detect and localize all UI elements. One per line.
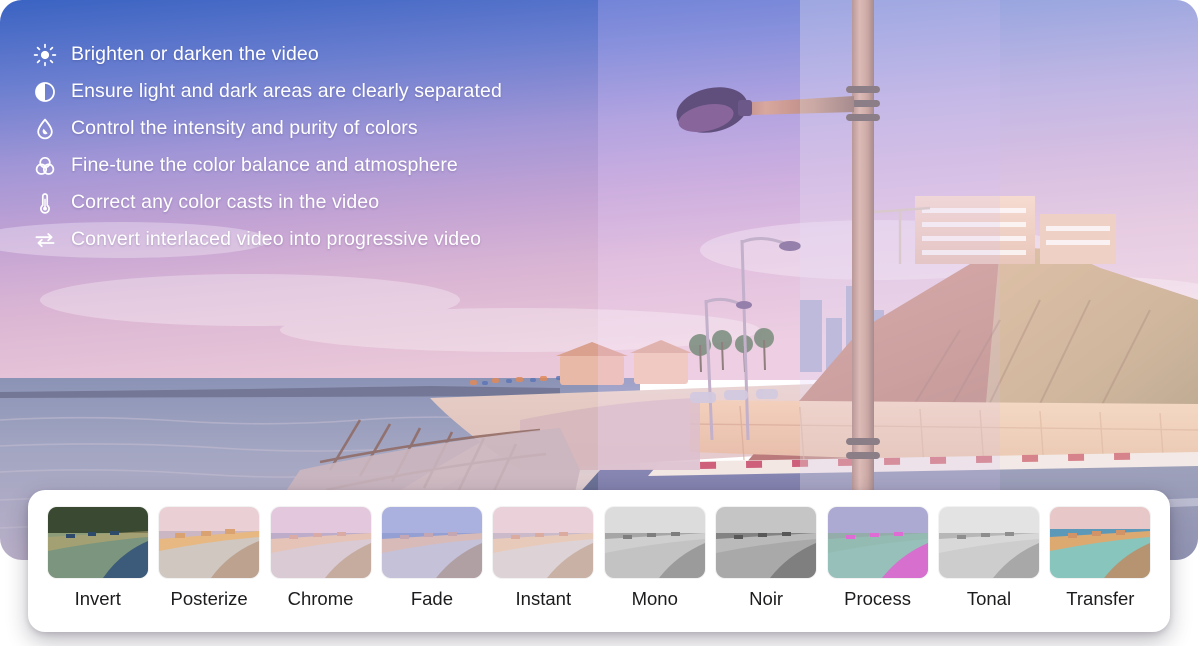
filter-label: Mono — [632, 590, 678, 609]
filter-tint — [493, 507, 593, 578]
filter-label: Invert — [75, 590, 121, 609]
filter-label: Tonal — [967, 590, 1011, 609]
filter-tint — [1050, 507, 1150, 578]
filter-item-tonal[interactable]: Tonal — [933, 507, 1044, 609]
filter-tint — [159, 507, 259, 578]
filter-thumbnail[interactable] — [939, 507, 1039, 578]
filter-tint — [271, 507, 371, 578]
feature-label: Ensure light and dark areas are clearly … — [71, 80, 502, 103]
feature-row-contrast: Ensure light and dark areas are clearly … — [32, 73, 592, 110]
sun-icon — [32, 42, 58, 68]
filter-thumbnail[interactable] — [271, 507, 371, 578]
feature-row-deinterlace: Convert interlaced video into progressiv… — [32, 221, 592, 258]
filter-tint — [48, 507, 148, 578]
filter-item-posterize[interactable]: Posterize — [153, 507, 264, 609]
filter-label: Process — [844, 590, 911, 609]
contrast-icon — [32, 79, 58, 105]
promo-composition: Brighten or darken the video Ensure ligh… — [0, 0, 1198, 646]
filter-thumbnail[interactable] — [159, 507, 259, 578]
filter-tint — [605, 507, 705, 578]
feature-row-brightness: Brighten or darken the video — [32, 36, 592, 73]
feature-label: Convert interlaced video into progressiv… — [71, 228, 481, 251]
filter-label: Chrome — [288, 590, 354, 609]
filter-label: Transfer — [1066, 590, 1134, 609]
thermometer-icon — [32, 190, 58, 216]
feature-label: Correct any color casts in the video — [71, 191, 379, 214]
filter-thumbnail[interactable] — [1050, 507, 1150, 578]
filter-label: Posterize — [171, 590, 248, 609]
droplet-icon — [32, 116, 58, 142]
filter-thumbnail[interactable] — [493, 507, 593, 578]
feature-row-temperature: Correct any color casts in the video — [32, 184, 592, 221]
loop-arrows-icon — [32, 227, 58, 253]
filter-item-transfer[interactable]: Transfer — [1045, 507, 1156, 609]
filter-tint — [828, 507, 928, 578]
filter-item-invert[interactable]: Invert — [42, 507, 153, 609]
feature-label: Control the intensity and purity of colo… — [71, 117, 418, 140]
filter-item-noir[interactable]: Noir — [710, 507, 821, 609]
feature-row-color-balance: Fine-tune the color balance and atmosphe… — [32, 147, 592, 184]
filter-thumbnail[interactable] — [716, 507, 816, 578]
filter-strip-panel: Invert Posterize — [28, 490, 1170, 632]
filter-thumbnail[interactable] — [382, 507, 482, 578]
filter-thumbnail[interactable] — [48, 507, 148, 578]
filter-tint — [716, 507, 816, 578]
color-circles-icon — [32, 153, 58, 179]
feature-list: Brighten or darken the video Ensure ligh… — [32, 36, 592, 258]
feature-label: Fine-tune the color balance and atmosphe… — [71, 154, 458, 177]
filter-item-mono[interactable]: Mono — [599, 507, 710, 609]
filter-label: Instant — [516, 590, 572, 609]
filter-item-chrome[interactable]: Chrome — [265, 507, 376, 609]
feature-label: Brighten or darken the video — [71, 43, 319, 66]
feature-row-saturation: Control the intensity and purity of colo… — [32, 110, 592, 147]
filter-tint — [382, 507, 482, 578]
filter-item-process[interactable]: Process — [822, 507, 933, 609]
filter-thumbnail[interactable] — [605, 507, 705, 578]
filter-item-fade[interactable]: Fade — [376, 507, 487, 609]
filter-item-instant[interactable]: Instant — [488, 507, 599, 609]
video-preview: Brighten or darken the video Ensure ligh… — [0, 0, 1198, 560]
filter-tint — [939, 507, 1039, 578]
filter-label: Fade — [411, 590, 453, 609]
filter-label: Noir — [749, 590, 783, 609]
filter-thumbnail[interactable] — [828, 507, 928, 578]
